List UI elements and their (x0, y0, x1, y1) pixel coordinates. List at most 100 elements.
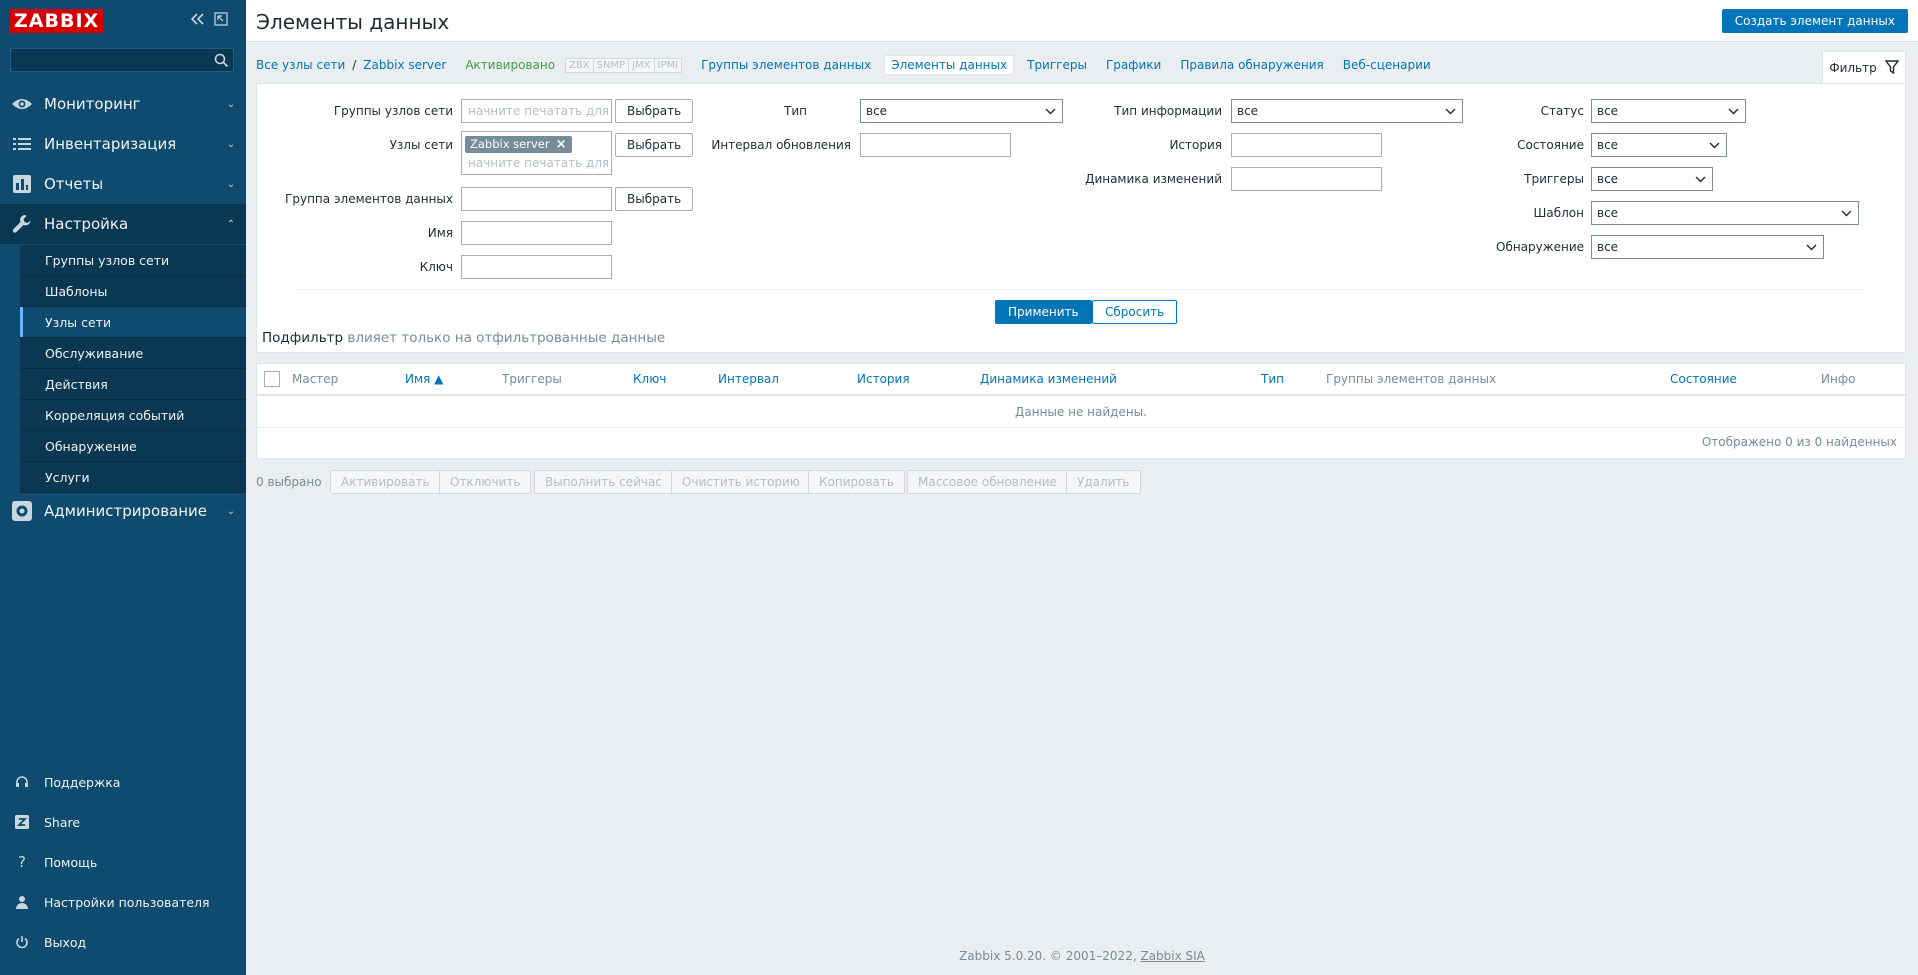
collapse-icon[interactable] (190, 12, 206, 30)
menu-reports[interactable]: Отчеты ⌄ (0, 164, 246, 204)
tab-items[interactable]: Элементы данных (884, 55, 1015, 75)
menu-administration[interactable]: Администрирование ⌄ (0, 491, 246, 531)
tab-graphs[interactable]: Графики (1106, 58, 1161, 72)
status-select[interactable]: все (1591, 99, 1746, 123)
breadcrumb-host[interactable]: Zabbix server (363, 58, 446, 72)
discovery-select[interactable]: все (1591, 235, 1824, 259)
label-update-interval: Интервал обновления (711, 138, 851, 152)
breadcrumb-all-hosts[interactable]: Все узлы сети (256, 58, 345, 72)
key-input[interactable] (461, 255, 612, 279)
template-select[interactable]: все (1591, 201, 1859, 225)
chevron-down-icon (1709, 142, 1720, 149)
host-status[interactable]: Активировано (465, 58, 555, 72)
user-icon (0, 895, 44, 909)
menu-label: Отчеты (44, 175, 104, 193)
filter-icon (1884, 59, 1900, 77)
label-item-group: Группа элементов данных (285, 192, 453, 206)
disable-button[interactable]: Отключить (439, 470, 532, 494)
submenu-discovery[interactable]: Обнаружение (20, 431, 246, 462)
info-type-select[interactable]: все (1231, 99, 1463, 123)
tab-triggers[interactable]: Триггеры (1027, 58, 1087, 72)
name-input[interactable] (461, 221, 612, 245)
create-item-button[interactable]: Создать элемент данных (1721, 9, 1908, 33)
type-select[interactable]: все (860, 99, 1063, 123)
column-history[interactable]: История (857, 372, 910, 386)
menu-share[interactable]: Share (0, 802, 246, 842)
menu-inventory[interactable]: Инвентаризация ⌄ (0, 124, 246, 164)
apply-button[interactable]: Применить (995, 300, 1092, 324)
menu-configuration[interactable]: Настройка ⌃ (0, 204, 246, 244)
page-header: Элементы данных Создать элемент данных (246, 0, 1918, 42)
submenu-host-groups[interactable]: Группы узлов сети (20, 245, 246, 276)
no-data-message: Данные не найдены. (257, 396, 1905, 428)
menu-monitoring[interactable]: Мониторинг ⌄ (0, 84, 246, 124)
submenu-templates[interactable]: Шаблоны (20, 276, 246, 307)
state-select[interactable]: все (1591, 133, 1727, 157)
menu-label: Выход (44, 934, 87, 950)
filter-divider (297, 289, 1865, 290)
enable-button[interactable]: Активировать (330, 470, 441, 494)
zabbix-logo[interactable]: ZABBIX (10, 9, 104, 33)
chevron-down-icon (1695, 176, 1706, 183)
label-info-type: Тип информации (1114, 104, 1222, 118)
column-interval[interactable]: Интервал (718, 372, 779, 386)
submenu-actions[interactable]: Действия (20, 369, 246, 400)
trends-input[interactable] (1231, 167, 1382, 191)
column-trends[interactable]: Динамика изменений (980, 372, 1117, 386)
select-item-group-button[interactable]: Выбрать (615, 187, 694, 211)
footer-text: Zabbix 5.0.20. © 2001–2022, (959, 949, 1137, 963)
subfilter-title: Подфильтр (262, 330, 344, 346)
kiosk-icon[interactable] (214, 12, 228, 30)
eye-icon (0, 97, 44, 111)
clear-history-button[interactable]: Очистить историю (671, 470, 811, 494)
label-hosts: Узлы сети (389, 138, 453, 152)
label-type: Тип (784, 104, 807, 118)
submenu-hosts[interactable]: Узлы сети (20, 307, 246, 338)
copy-button[interactable]: Копировать (808, 470, 905, 494)
item-group-input[interactable] (461, 187, 612, 211)
reset-button[interactable]: Сбросить (1092, 300, 1178, 324)
chevron-down-icon (1045, 108, 1056, 115)
update-interval-input[interactable] (860, 133, 1011, 157)
menu-user-settings[interactable]: Настройки пользователя (0, 882, 246, 922)
submenu-event-correlation[interactable]: Корреляция событий (20, 400, 246, 431)
menu-logout[interactable]: Выход (0, 922, 246, 962)
power-icon (0, 935, 44, 949)
history-input[interactable] (1231, 133, 1382, 157)
hosts-multiselect[interactable]: Zabbix server × начните печатать для по (461, 131, 612, 175)
filter-tab[interactable]: Фильтр (1822, 51, 1906, 84)
delete-button[interactable]: Удалить (1066, 470, 1141, 494)
submenu-maintenance[interactable]: Обслуживание (20, 338, 246, 369)
filter-tab-label: Фильтр (1829, 61, 1877, 75)
items-table: Мастер Имя ▲ Триггеры Ключ Интервал Исто… (256, 363, 1906, 459)
column-name[interactable]: Имя ▲ (405, 372, 443, 386)
sidebar: ZABBIX Мониторинг ⌄ Инвентаризация ⌄ Отч… (0, 0, 246, 975)
chevron-down-icon (1806, 244, 1817, 251)
remove-icon[interactable]: × (556, 136, 567, 153)
bar-chart-icon (0, 175, 44, 193)
subfilter-note: влияет только на отфильтрованные данные (347, 330, 666, 346)
column-state[interactable]: Состояние (1670, 372, 1737, 386)
column-info: Инфо (1821, 372, 1856, 386)
submenu-services[interactable]: Услуги (20, 462, 246, 493)
mass-update-button[interactable]: Массовое обновление (907, 470, 1068, 494)
menu-help[interactable]: ? Помощь (0, 842, 246, 882)
status-select-value: все (1597, 104, 1619, 118)
list-icon (0, 137, 44, 151)
column-key[interactable]: Ключ (633, 372, 666, 386)
search-input[interactable] (10, 48, 234, 72)
type-select-value: все (866, 104, 888, 118)
footer: Zabbix 5.0.20. © 2001–2022, Zabbix SIA (246, 949, 1918, 963)
host-chip: Zabbix server × (465, 136, 572, 153)
footer-link[interactable]: Zabbix SIA (1140, 949, 1204, 963)
tab-item-groups[interactable]: Группы элементов данных (701, 58, 871, 72)
select-all-checkbox[interactable] (264, 371, 280, 387)
host-groups-input[interactable]: начните печатать для по (461, 99, 612, 123)
tab-web-scenarios[interactable]: Веб-сценарии (1343, 58, 1431, 72)
triggers-select[interactable]: все (1591, 167, 1713, 191)
menu-support[interactable]: Поддержка (0, 762, 246, 802)
placeholder: начните печатать для по (468, 156, 608, 170)
tab-discovery-rules[interactable]: Правила обнаружения (1180, 58, 1323, 72)
column-type[interactable]: Тип (1261, 372, 1284, 386)
execute-now-button[interactable]: Выполнить сейчас (534, 470, 673, 494)
